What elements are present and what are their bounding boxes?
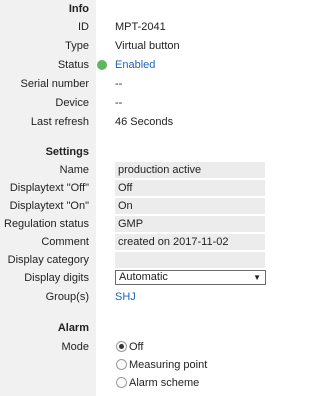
- mode-alarm-scheme-row: Alarm scheme: [0, 374, 278, 392]
- type-row: Type Virtual button: [0, 37, 278, 55]
- groups-link[interactable]: SHJ: [115, 291, 136, 303]
- device-row: Device --: [0, 94, 278, 112]
- type-value: Virtual button: [115, 40, 180, 52]
- displaytext-off-field[interactable]: Off: [115, 180, 265, 196]
- regulation-label: Regulation status: [4, 218, 89, 230]
- groups-row: Group(s) SHJ: [0, 288, 278, 306]
- displaytext-on-row: Displaytext "On" On: [0, 197, 278, 215]
- mode-alarm-scheme-label: Alarm scheme: [129, 377, 200, 389]
- mode-off-radio[interactable]: [116, 341, 127, 352]
- displaytext-on-label: Displaytext "On": [9, 200, 89, 212]
- groups-label: Group(s): [45, 291, 89, 303]
- displaytext-on-field[interactable]: On: [115, 198, 265, 214]
- status-label: Status: [57, 59, 89, 71]
- category-label: Display category: [7, 254, 89, 266]
- status-indicator-icon: [97, 60, 107, 70]
- id-value: MPT-2041: [115, 21, 166, 33]
- mode-measuring-point-radio[interactable]: [116, 359, 127, 370]
- display-digits-select[interactable]: Automatic ▼: [115, 270, 266, 285]
- regulation-field[interactable]: GMP: [115, 216, 265, 232]
- info-heading: Info: [68, 3, 89, 15]
- chevron-down-icon: ▼: [253, 273, 261, 282]
- mode-measuring-point-label: Measuring point: [129, 359, 208, 371]
- digits-label: Display digits: [24, 272, 89, 284]
- displaytext-off-label: Displaytext "Off": [9, 182, 89, 194]
- device-value: --: [115, 97, 123, 109]
- refresh-value: 46 Seconds: [115, 116, 174, 128]
- alarm-section-header: Alarm: [0, 319, 278, 337]
- category-field[interactable]: [115, 252, 265, 268]
- serial-value: --: [115, 78, 123, 90]
- mode-alarm-scheme-radio[interactable]: [116, 377, 127, 388]
- alarm-heading: Alarm: [57, 322, 89, 334]
- comment-label: Comment: [41, 236, 89, 248]
- mode-off-label: Off: [129, 341, 144, 353]
- name-field[interactable]: production active: [115, 162, 265, 178]
- category-row: Display category: [0, 251, 278, 269]
- serial-label: Serial number: [20, 78, 89, 90]
- status-row: Status Enabled: [0, 56, 278, 74]
- serial-row: Serial number --: [0, 75, 278, 93]
- id-label: ID: [78, 21, 89, 33]
- display-digits-value: Automatic: [119, 271, 168, 283]
- settings-section-header: Settings: [0, 143, 278, 161]
- mode-measuring-row: Measuring point: [0, 356, 278, 374]
- name-label: Name: [59, 164, 89, 176]
- mode-off-row: Mode Off: [0, 338, 278, 356]
- info-section-header: Info: [0, 0, 278, 18]
- refresh-label: Last refresh: [30, 116, 89, 128]
- digits-row: Display digits Automatic ▼: [0, 269, 278, 287]
- status-value: Enabled: [115, 59, 156, 71]
- comment-row: Comment created on 2017-11-02: [0, 233, 278, 251]
- regulation-row: Regulation status GMP: [0, 215, 278, 233]
- device-label: Device: [55, 97, 89, 109]
- refresh-row: Last refresh 46 Seconds: [0, 113, 278, 131]
- displaytext-off-row: Displaytext "Off" Off: [0, 179, 278, 197]
- mode-label: Mode: [61, 341, 89, 353]
- settings-heading: Settings: [45, 146, 89, 158]
- comment-field[interactable]: created on 2017-11-02: [115, 234, 265, 250]
- id-row: ID MPT-2041: [0, 18, 278, 36]
- name-row: Name production active: [0, 161, 278, 179]
- type-label: Type: [65, 40, 89, 52]
